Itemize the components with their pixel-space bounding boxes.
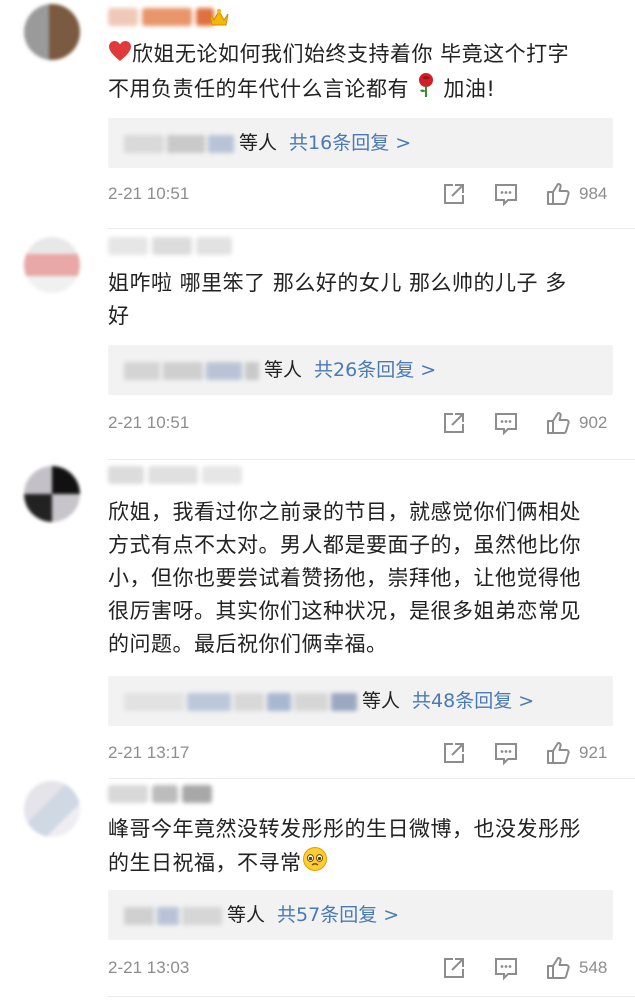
reply-usernames <box>124 119 237 169</box>
like-icon[interactable] <box>545 955 571 981</box>
comment-text: 欣姐，我看过你之前录的节目，就感觉你们俩相处 方式有点不太对。男人都是要面子的，… <box>108 500 581 656</box>
reply-usernames <box>124 677 360 727</box>
comment-text: 欣姐无论如何我们始终支持着你 毕竟这个打字 不用负责任的年代什么言论都有 加油! <box>108 38 613 108</box>
rose-icon <box>416 72 436 108</box>
comment-item: 欣姐无论如何我们始终支持着你 毕竟这个打字 不用负责任的年代什么言论都有 加油!… <box>0 0 635 230</box>
reply-preview[interactable]: 等人 共16条回复 > <box>108 118 613 168</box>
comment-time: 2-21 13:03 <box>108 958 190 977</box>
pleading-face-icon <box>302 846 328 882</box>
reply-suffix: 等人 <box>264 359 303 381</box>
username[interactable] <box>108 464 246 486</box>
reply-preview[interactable]: 等人 共48条回复 > <box>108 676 613 726</box>
comment-meta: 2-21 13:03 548 <box>108 955 613 981</box>
avatar[interactable] <box>24 466 80 522</box>
heart-icon <box>108 39 132 72</box>
avatar[interactable] <box>24 237 80 293</box>
share-icon[interactable] <box>441 955 467 981</box>
comment-item: 欣姐，我看过你之前录的节目，就感觉你们俩相处 方式有点不太对。男人都是要面子的，… <box>0 460 635 780</box>
like-icon[interactable] <box>545 740 571 766</box>
comment-icon[interactable] <box>493 740 519 766</box>
view-replies-link[interactable]: 共16条回复 > <box>289 132 411 154</box>
username[interactable] <box>108 783 216 805</box>
reply-suffix: 等人 <box>227 904 266 926</box>
comment-meta: 2-21 13:17 921 <box>108 740 613 766</box>
comment-icon[interactable] <box>493 181 519 207</box>
like-count: 921 <box>579 743 608 762</box>
comment-item: 姐咋啦 哪里笨了 那么好的女儿 那么帅的儿子 多 好 等人 共26条回复 > 2-… <box>0 229 635 460</box>
comment-meta: 2-21 10:51 902 <box>108 410 613 436</box>
like-count: 902 <box>579 413 608 432</box>
comment-text: 姐咋啦 哪里笨了 那么好的女儿 那么帅的儿子 多 好 <box>108 271 567 328</box>
reply-preview[interactable]: 等人 共57条回复 > <box>108 890 613 940</box>
like-count: 548 <box>579 958 608 977</box>
comment-meta: 2-21 10:51 984 <box>108 181 613 207</box>
comment-time: 2-21 10:51 <box>108 184 190 203</box>
comment-icon[interactable] <box>493 410 519 436</box>
like-icon[interactable] <box>545 410 571 436</box>
share-icon[interactable] <box>441 181 467 207</box>
view-replies-link[interactable]: 共48条回复 > <box>412 690 534 712</box>
comment-icon[interactable] <box>493 955 519 981</box>
view-replies-link[interactable]: 共26条回复 > <box>314 359 436 381</box>
reply-preview[interactable]: 等人 共26条回复 > <box>108 345 613 395</box>
comment-text: 峰哥今年竟然没转发彤彤的生日微博，也没发彤彤 的生日祝福，不寻常 <box>108 813 613 882</box>
avatar[interactable] <box>24 4 80 60</box>
reply-usernames <box>124 891 225 941</box>
avatar[interactable] <box>24 781 80 837</box>
share-icon[interactable] <box>441 410 467 436</box>
crown-badge-icon <box>208 8 230 32</box>
divider <box>108 996 635 997</box>
view-replies-link[interactable]: 共57条回复 > <box>277 904 399 926</box>
reply-suffix: 等人 <box>362 690 401 712</box>
share-icon[interactable] <box>441 740 467 766</box>
comment-time: 2-21 10:51 <box>108 413 190 432</box>
username[interactable] <box>108 235 236 257</box>
comment-time: 2-21 13:17 <box>108 743 190 762</box>
like-count: 984 <box>579 184 608 203</box>
comment-item: 峰哥今年竟然没转发彤彤的生日微博，也没发彤彤 的生日祝福，不寻常 等人 共57条回… <box>0 779 635 1000</box>
like-icon[interactable] <box>545 181 571 207</box>
reply-suffix: 等人 <box>239 132 278 154</box>
username[interactable] <box>108 6 218 28</box>
reply-usernames <box>124 346 262 396</box>
